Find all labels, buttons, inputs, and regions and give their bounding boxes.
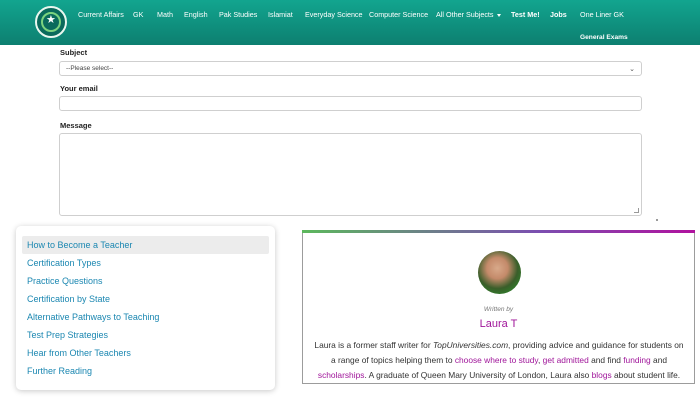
- nav-all-other-subjects[interactable]: All Other Subjects: [436, 10, 501, 19]
- divider-dot: [656, 219, 658, 221]
- link-choose-where-to-study[interactable]: choose where to study: [455, 355, 538, 365]
- nav-one-liner-gk[interactable]: One Liner GK: [580, 10, 624, 19]
- nav-general-exams[interactable]: General Exams: [580, 33, 628, 42]
- nav-english[interactable]: English: [184, 10, 208, 19]
- message-label: Message: [60, 121, 92, 130]
- link-funding[interactable]: funding: [623, 355, 650, 365]
- nav-all-other-subjects-label: All Other Subjects: [436, 10, 494, 19]
- bio-site-name: TopUniversities.com: [432, 340, 509, 350]
- author-bio: Laura is a former staff writer for TopUn…: [314, 338, 684, 383]
- subject-select[interactable]: --Please select-- ⌄: [59, 61, 642, 76]
- link-scholarships[interactable]: scholarships: [318, 370, 365, 380]
- nav-pak-studies[interactable]: Pak Studies: [219, 10, 257, 19]
- toc-item-practice-questions[interactable]: Practice Questions: [22, 272, 269, 290]
- nav-jobs[interactable]: Jobs: [550, 10, 567, 19]
- bio-text-7: about student life.: [611, 370, 681, 380]
- nav-current-affairs[interactable]: Current Affairs: [78, 10, 124, 19]
- subject-label: Subject: [60, 48, 88, 57]
- top-navbar: ★ Current Affairs GK Math English Pak St…: [0, 0, 700, 45]
- bio-text-6: . A graduate of Queen Mary University of…: [364, 370, 592, 380]
- subject-select-value: --Please select--: [66, 65, 114, 72]
- bio-text-5: and: [650, 355, 668, 365]
- nav-islamiat[interactable]: Islamiat: [268, 10, 293, 19]
- email-field[interactable]: [59, 96, 642, 111]
- author-avatar: [478, 251, 521, 294]
- toc-item-how-to-become-a-teacher[interactable]: How to Become a Teacher: [22, 236, 269, 254]
- toc-item-hear-from-other-teachers[interactable]: Hear from Other Teachers: [22, 344, 269, 362]
- table-of-contents: How to Become a Teacher Certification Ty…: [16, 226, 275, 390]
- nav-computer-science[interactable]: Computer Science: [369, 10, 428, 19]
- message-textarea[interactable]: [59, 133, 642, 216]
- site-logo[interactable]: ★: [35, 6, 67, 38]
- email-label: Your email: [60, 84, 98, 93]
- nav-gk[interactable]: GK: [133, 10, 143, 19]
- link-get-admitted[interactable]: get admitted: [543, 355, 589, 365]
- chevron-down-icon: ⌄: [629, 66, 635, 73]
- nav-test-me[interactable]: Test Me!: [511, 10, 540, 19]
- resize-handle-icon[interactable]: [634, 208, 639, 213]
- toc-item-alternative-pathways[interactable]: Alternative Pathways to Teaching: [22, 308, 269, 326]
- link-blogs[interactable]: blogs: [592, 370, 612, 380]
- bio-text-4: and find: [588, 355, 624, 365]
- star-icon: ★: [46, 14, 56, 26]
- toc-item-further-reading[interactable]: Further Reading: [22, 362, 269, 380]
- caret-down-icon: [496, 13, 501, 17]
- toc-item-test-prep-strategies[interactable]: Test Prep Strategies: [22, 326, 269, 344]
- bio-text-1: Laura is a former staff writer for: [314, 340, 433, 350]
- written-by-label: Written by: [483, 306, 514, 313]
- toc-item-certification-by-state[interactable]: Certification by State: [22, 290, 269, 308]
- nav-math[interactable]: Math: [157, 10, 173, 19]
- nav-everyday-science[interactable]: Everyday Science: [305, 10, 363, 19]
- author-name[interactable]: Laura T: [302, 318, 695, 330]
- toc-item-certification-types[interactable]: Certification Types: [22, 254, 269, 272]
